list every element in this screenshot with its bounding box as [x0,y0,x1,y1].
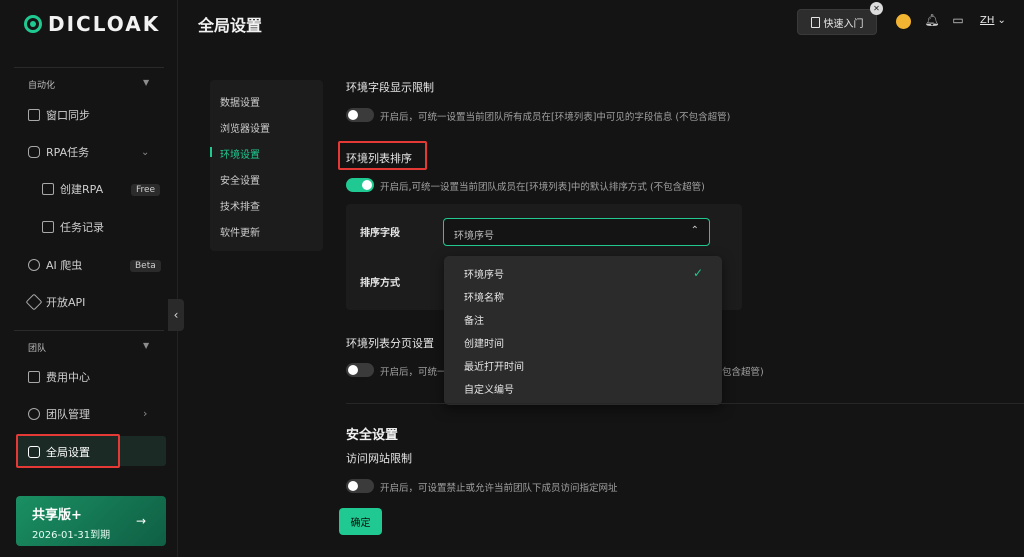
pagination-desc-tail: 包含超管) [722,367,764,378]
dropdown-option[interactable]: 环境序号 [464,266,504,281]
subnav-software-update[interactable]: 软件更新 [220,224,260,239]
pagination-toggle[interactable] [346,363,374,377]
dropdown-option[interactable]: 创建时间 [464,335,504,350]
subnav-security-settings[interactable]: 安全设置 [220,172,260,187]
field-limit-title: 环境字段显示限制 [346,81,434,94]
site-limit-toggle[interactable] [346,479,374,493]
robot-icon [28,146,40,158]
users-icon [28,408,40,420]
free-badge: Free [131,184,161,196]
arrow-right-icon: → [136,514,147,528]
billing-icon [28,371,40,383]
chevron-right-icon[interactable]: › [143,407,147,420]
logo: DICLOAK [24,12,160,36]
dropdown-option[interactable]: 环境名称 [464,289,504,304]
window-sync-icon [28,109,40,121]
dropdown-option[interactable]: 最近打开时间 [464,358,524,373]
divider [14,67,164,68]
settings-subnav: 数据设置 浏览器设置 环境设置 安全设置 技术排查 软件更新 [210,80,323,251]
chevron-down-icon[interactable]: ⌄ [141,147,149,158]
check-icon: ✓ [693,266,704,280]
site-limit-desc: 开启后，可设置禁止或允许当前团队下成员访问指定网址 [380,483,618,494]
beta-badge: Beta [130,260,161,272]
section-automation: 自动化 [28,81,56,91]
book-icon [810,16,820,28]
sort-field-dropdown: 环境序号 ✓ 环境名称 备注 创建时间 最近打开时间 自定义编号 [444,256,722,405]
dropdown-option[interactable]: 备注 [464,312,484,327]
list-sort-desc: 开启后,可统一设置当前团队成员在[环境列表]中的默认排序方式 (不包含超管) [380,182,705,193]
sidebar-item-window-sync[interactable]: 窗口同步 [28,106,90,124]
caret-down-icon[interactable]: ▼ [143,341,149,350]
field-limit-toggle[interactable] [346,108,374,122]
sort-field-select[interactable]: 环境序号 ⌃ [443,218,710,246]
bell-icon[interactable]: 🔔︎ [924,13,939,27]
confirm-button[interactable]: 确定 [339,508,382,535]
spider-icon [28,259,40,271]
sidebar-item-team-mgmt[interactable]: 团队管理 [28,405,90,423]
coin-icon[interactable] [896,14,911,29]
sidebar-collapse-button[interactable]: ‹ [168,299,184,331]
security-title: 安全设置 [346,428,399,443]
book-open-icon[interactable]: ▭ [951,13,965,27]
store-icon [42,183,54,195]
active-indicator [210,147,212,157]
api-link-icon [25,293,43,311]
sidebar-item-ai-crawler[interactable]: AI 爬虫 [28,256,82,274]
sidebar: DICLOAK 自动化 ▼ 窗口同步 RPA任务 ⌄ 创建RPA Free 任务… [0,0,178,557]
highlight-box [16,434,120,468]
sidebar-item-task-log[interactable]: 任务记录 [42,218,104,236]
quick-start-button[interactable]: 快速入门 [797,9,877,35]
subnav-data-settings[interactable]: 数据设置 [220,94,260,109]
plan-title: 共享版+ [32,508,82,523]
logo-text: DICLOAK [48,12,161,36]
sort-field-label: 排序字段 [360,228,400,239]
caret-down-icon[interactable]: ▼ [143,78,149,87]
page-title: 全局设置 [198,16,263,35]
pagination-title: 环境列表分页设置 [346,337,434,350]
dropdown-option[interactable]: 自定义编号 [464,381,514,396]
app-window: DICLOAK 自动化 ▼ 窗口同步 RPA任务 ⌄ 创建RPA Free 任务… [0,0,1024,557]
divider [14,330,164,331]
sidebar-item-rpa[interactable]: RPA任务 [28,143,89,161]
subnav-browser-settings[interactable]: 浏览器设置 [220,120,270,135]
section-team: 团队 [28,344,47,354]
plan-expiry: 2026-01-31到期 [32,530,111,541]
site-limit-title: 访问网站限制 [346,452,412,465]
sidebar-item-create-rpa[interactable]: 创建RPA [42,180,103,198]
highlight-box [338,141,427,170]
sort-method-label: 排序方式 [360,278,400,289]
sidebar-item-billing[interactable]: 费用中心 [28,368,90,386]
close-icon[interactable]: ✕ [870,2,883,15]
section-divider [346,403,1024,404]
language-switcher[interactable]: ZH ⌄ [980,15,1006,26]
field-limit-desc: 开启后，可统一设置当前团队所有成员在[环境列表]中可见的字段信息 (不包含超管) [380,112,731,123]
logo-icon [24,15,42,33]
sort-field-value: 环境序号 [454,231,494,242]
plan-promo-card[interactable]: 共享版+ 2026-01-31到期 → [16,496,166,546]
subnav-env-settings[interactable]: 环境设置 [220,146,260,161]
list-sort-toggle[interactable] [346,178,374,192]
sidebar-item-open-api[interactable]: 开放API [25,293,85,311]
chevron-up-icon: ⌃ [690,225,699,236]
subnav-troubleshoot[interactable]: 技术排查 [220,198,260,213]
document-icon [42,221,54,233]
pagination-desc: 开启后，可统一 [380,367,447,378]
